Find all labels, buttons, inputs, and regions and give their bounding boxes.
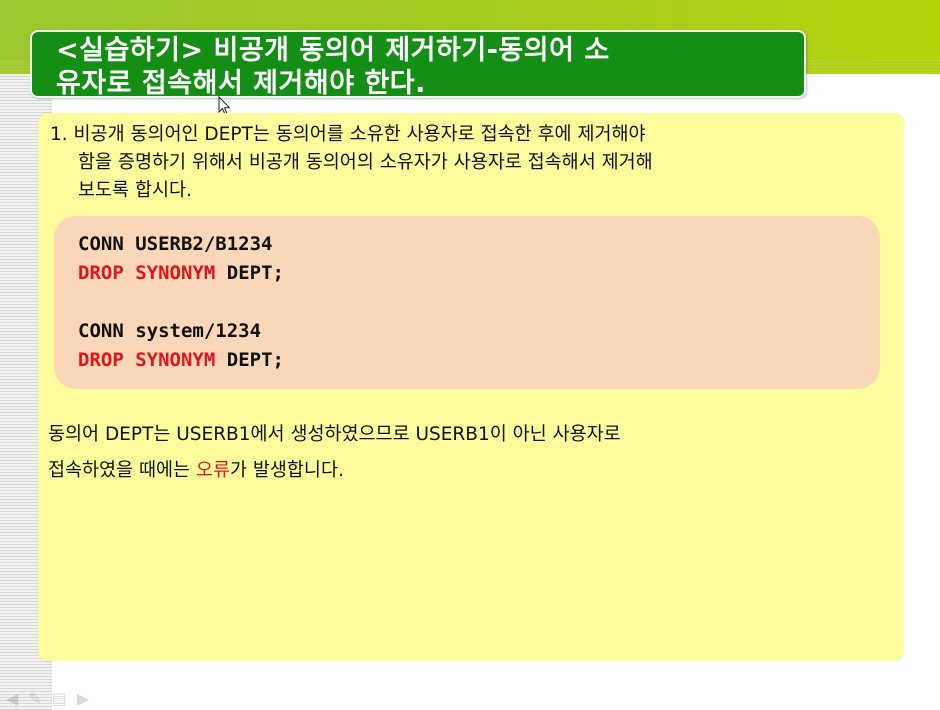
- code-object: DEPT;: [226, 262, 284, 284]
- content-panel: 1. 비공개 동의어인 DEPT는 동의어를 소유한 사용자로 접속한 후에 제…: [38, 113, 904, 661]
- code-line-1: CONN USERB2/B1234: [78, 233, 273, 255]
- error-word: 오류: [195, 460, 230, 481]
- intro-line-2: 함을 증명하기 위해서 비공개 동의어의 소유자가 사용자로 접속해서 제거해: [78, 152, 653, 173]
- note-text-a: 접속하였을 때에는: [48, 460, 196, 481]
- sql-code: CONN USERB2/B1234 DROP SYNONYM DEPT; CON…: [78, 230, 284, 375]
- intro-paragraph: 1. 비공개 동의어인 DEPT는 동의어를 소유한 사용자로 접속한 후에 제…: [50, 121, 890, 205]
- prev-slide-icon[interactable]: ◀: [6, 689, 18, 708]
- pen-icon[interactable]: ✎: [28, 689, 41, 708]
- code-block: CONN USERB2/B1234 DROP SYNONYM DEPT; CON…: [54, 216, 880, 389]
- keyword-drop: DROP: [78, 262, 124, 284]
- intro-line-1: 1. 비공개 동의어인 DEPT는 동의어를 소유한 사용자로 접속한 후에 제…: [50, 124, 646, 145]
- slide-title: <실습하기> 비공개 동의어 제거하기-동의어 소 유자로 접속해서 제거해야 …: [56, 34, 796, 100]
- intro-line-3: 보도록 합시다.: [78, 180, 192, 201]
- note-line-2: 접속하였을 때에는 오류가 발생합니다.: [48, 453, 888, 489]
- code-line-2: DROP SYNONYM DEPT;: [78, 259, 284, 288]
- code-line-5: DROP SYNONYM DEPT;: [78, 346, 284, 375]
- keyword-synonym: SYNONYM: [135, 262, 216, 284]
- title-line-1: <실습하기> 비공개 동의어 제거하기-동의어 소: [56, 35, 610, 66]
- next-slide-icon[interactable]: ▶: [77, 689, 89, 708]
- code-line-4: CONN system/1234: [78, 320, 262, 342]
- keyword-drop: DROP: [78, 349, 124, 371]
- slide-title-box: <실습하기> 비공개 동의어 제거하기-동의어 소 유자로 접속해서 제거해야 …: [30, 30, 806, 100]
- code-object: DEPT;: [226, 349, 284, 371]
- keyword-synonym: SYNONYM: [135, 349, 216, 371]
- menu-icon[interactable]: ▤: [52, 689, 67, 708]
- note-line-1: 동의어 DEPT는 USERB1에서 생성하였으므로 USERB1이 아닌 사용…: [48, 424, 621, 445]
- note-paragraph: 동의어 DEPT는 USERB1에서 생성하였으므로 USERB1이 아닌 사용…: [48, 417, 888, 489]
- slideshow-nav: ◀ ✎ ▤ ▶: [0, 688, 136, 708]
- title-line-2: 유자로 접속해서 제거해야 한다.: [56, 68, 426, 99]
- note-text-b: 가 발생합니다.: [229, 460, 344, 481]
